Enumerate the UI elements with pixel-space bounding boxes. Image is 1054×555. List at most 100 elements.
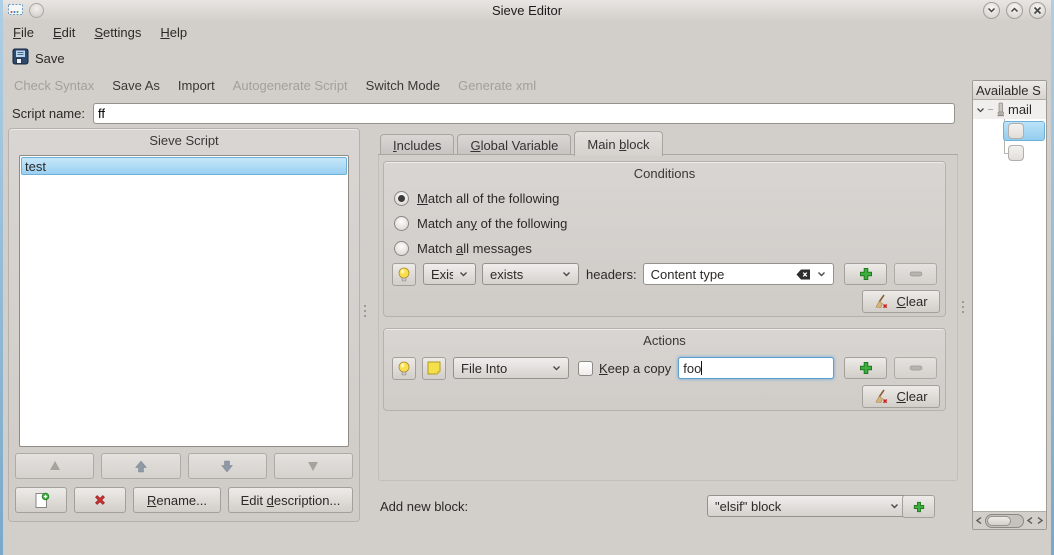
move-up-button[interactable] [101, 453, 180, 479]
chevron-down-icon [890, 503, 899, 509]
comparator-select[interactable]: Exist [423, 263, 476, 285]
tab-includes[interactable]: Includes [380, 134, 454, 155]
keep-copy-label: Keep a copy [599, 361, 671, 376]
menu-edit[interactable]: Edit [53, 25, 75, 40]
script-list[interactable]: test [19, 155, 349, 447]
scrollbar-thumb[interactable] [987, 516, 1011, 526]
radio-button-icon [394, 241, 409, 256]
switch-mode-button[interactable]: Switch Mode [366, 78, 440, 93]
menu-file[interactable]: File [13, 25, 34, 40]
tab-main-block[interactable]: Main block [574, 131, 662, 156]
plus-icon [859, 267, 873, 281]
script-active-checkbox[interactable] [1008, 123, 1024, 139]
add-action-button[interactable] [844, 357, 887, 379]
radio-button-icon [394, 216, 409, 231]
menu-settings[interactable]: Settings [94, 25, 141, 40]
tree-item-script-1[interactable] [973, 121, 1045, 142]
close-icon [1033, 6, 1042, 15]
broom-icon [874, 294, 890, 309]
scroll-right-icon[interactable] [1036, 516, 1044, 525]
move-down-button[interactable] [188, 453, 267, 479]
lightbulb-icon [397, 361, 411, 376]
conditions-title: Conditions [384, 162, 945, 181]
expander-icon[interactable] [976, 107, 985, 113]
sieve-script-panel-title: Sieve Script [9, 129, 359, 148]
horizontal-scrollbar[interactable] [973, 511, 1046, 529]
autogenerate-script-button: Autogenerate Script [233, 78, 348, 93]
arrow-down-icon [220, 460, 234, 473]
script-name-input[interactable] [93, 103, 955, 124]
list-item[interactable]: test [21, 157, 347, 175]
move-top-icon [48, 460, 62, 472]
new-script-button[interactable] [15, 487, 67, 513]
minus-icon [909, 271, 923, 277]
titlebar: Sieve Editor [0, 0, 1054, 20]
match-type-select[interactable]: exists [482, 263, 579, 285]
menu-help[interactable]: Help [160, 25, 187, 40]
action-comment-button[interactable] [422, 357, 446, 380]
save-label: Save [35, 51, 65, 66]
save-as-button[interactable]: Save As [112, 78, 160, 93]
main-toolbar: Save [0, 44, 1054, 72]
scroll-left-icon[interactable] [1026, 516, 1034, 525]
move-bottom-button[interactable] [274, 453, 353, 479]
action-help-button[interactable] [392, 357, 416, 380]
edit-description-button[interactable]: Edit description... [228, 487, 353, 513]
minus-icon [909, 365, 923, 371]
remove-condition-button[interactable] [894, 263, 937, 285]
app-icon [8, 3, 23, 18]
save-button[interactable]: Save [8, 46, 69, 70]
broom-icon [874, 389, 890, 404]
plus-icon [913, 501, 925, 513]
main-block-area: Includes Global Variable Main block Cond… [378, 128, 958, 555]
keep-copy-checkbox[interactable] [578, 361, 593, 376]
delete-icon [93, 493, 107, 507]
script-active-checkbox[interactable] [1008, 145, 1024, 161]
window-resize-edge-left[interactable] [0, 0, 3, 555]
splitter-handle-right[interactable] [961, 296, 965, 318]
radio-match-any-following[interactable]: Match any of the following [394, 213, 567, 233]
close-button[interactable] [1029, 2, 1046, 19]
tab-global-variable[interactable]: Global Variable [457, 134, 571, 155]
plus-icon [859, 361, 873, 375]
move-bottom-icon [306, 460, 320, 472]
add-block-button[interactable] [902, 495, 935, 518]
tree-item-server[interactable]: mail [973, 100, 1046, 119]
available-scripts-panel: Available S mail [972, 80, 1047, 530]
import-button[interactable]: Import [178, 78, 215, 93]
rename-button[interactable]: Rename... [133, 487, 221, 513]
move-top-button[interactable] [15, 453, 94, 479]
scrollbar-track[interactable] [985, 514, 1024, 528]
radio-match-all-following[interactable]: Match all of the following [394, 188, 559, 208]
action-type-select[interactable]: File Into [453, 357, 569, 379]
add-condition-button[interactable] [844, 263, 887, 285]
maximize-button[interactable] [1006, 2, 1023, 19]
headers-label: headers: [586, 267, 637, 282]
radio-match-all-messages[interactable]: Match all messages [394, 238, 532, 258]
tree-branch [988, 109, 993, 110]
actions-clear-button[interactable]: Clear [862, 385, 940, 408]
condition-help-button[interactable] [392, 263, 416, 286]
check-syntax-button: Check Syntax [14, 78, 94, 93]
delete-script-button[interactable] [74, 487, 126, 513]
script-name-row: Script name: [0, 98, 1054, 128]
conditions-clear-button[interactable]: Clear [862, 290, 940, 313]
conditions-group: Conditions Match all of the following Ma… [383, 161, 946, 317]
app-window: Sieve Editor File Edit Settings Help [0, 0, 1054, 555]
available-scripts-header[interactable]: Available S [973, 81, 1046, 100]
chevron-down-icon [552, 365, 561, 371]
tab-bar: Includes Global Variable Main block [378, 128, 958, 155]
splitter-handle-left[interactable] [363, 300, 367, 322]
remove-action-button[interactable] [894, 357, 937, 379]
add-block-row: Add new block: "elsif" block [380, 495, 948, 519]
clear-text-icon[interactable] [796, 269, 811, 280]
scroll-left-icon[interactable] [975, 516, 983, 525]
actions-group: Actions File Into Keep a copy [383, 328, 946, 411]
tree-item-script-2[interactable] [973, 143, 1045, 164]
available-scripts-tree[interactable]: mail [973, 100, 1046, 511]
minimize-button[interactable] [983, 2, 1000, 19]
window-menu-button[interactable] [29, 3, 44, 18]
file-into-target-input[interactable]: foo [678, 357, 834, 379]
add-block-select[interactable]: "elsif" block [707, 495, 907, 517]
header-value-combobox[interactable]: Content type [643, 263, 834, 285]
